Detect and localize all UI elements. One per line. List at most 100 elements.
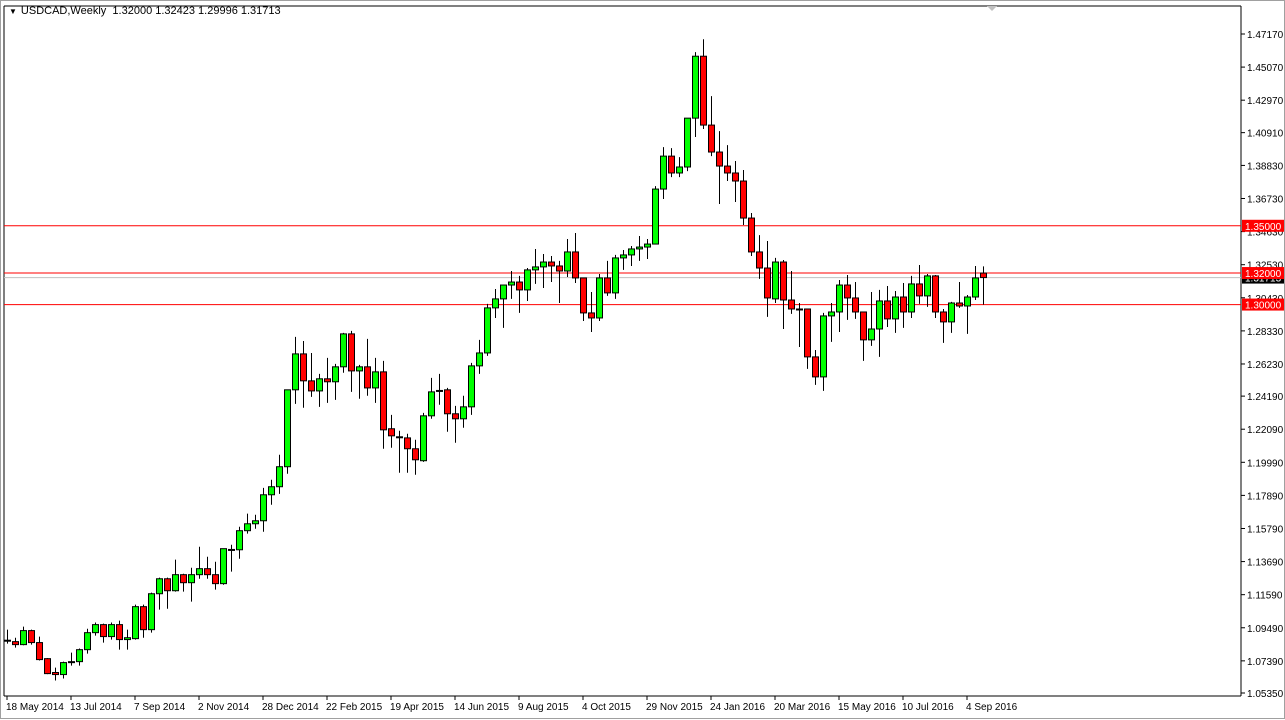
chart-shift-marker[interactable] [987,6,997,11]
candle [684,117,691,172]
y-tick-label: 1.26230 [1247,360,1284,371]
candle [828,302,835,342]
y-tick-label: 1.28330 [1247,327,1284,338]
candle-body [164,578,171,592]
candle [380,360,387,449]
candle [108,622,115,640]
candle-body [844,284,851,299]
candle-body [524,269,531,291]
candle [860,311,867,361]
candle [204,556,211,579]
candle-body [980,272,987,279]
x-tick-label: 19 Apr 2015 [390,702,444,713]
candle [612,254,619,299]
candle-body [396,436,403,439]
candle-body [820,315,827,378]
candle-body [948,302,955,323]
candle [364,338,371,396]
y-tick-label: 1.17890 [1247,491,1284,502]
candle-body [764,267,771,299]
candle-body [100,624,107,638]
candle-body [732,172,739,182]
candle-body [436,389,443,392]
candle [404,433,411,473]
candle-body [924,275,931,297]
candle [292,336,299,404]
candle [764,241,771,317]
candle-body [180,574,187,584]
candle-body [668,155,675,174]
candle [340,332,347,373]
x-tick-label: 4 Oct 2015 [582,702,631,713]
candle [396,430,403,473]
candle [756,235,763,279]
candle-body [300,353,307,382]
candle-body [532,266,539,271]
candle-body [12,641,19,646]
candle [76,648,83,666]
y-tick-label: 1.47170 [1247,30,1284,41]
candle-body [332,366,339,383]
candle-body [660,155,667,190]
candle [436,373,443,405]
y-tick-label: 1.22090 [1247,425,1284,436]
candle-body [900,296,907,313]
x-tick-label: 15 May 2016 [838,702,896,713]
candle [164,577,171,609]
candle-body [324,378,331,383]
candle-body [612,257,619,294]
candle [132,604,139,640]
candle [972,265,979,300]
candle [20,626,27,646]
candle-body [108,624,115,638]
candle [284,389,291,474]
candle-body [596,277,603,319]
candle-body [884,300,891,320]
candle [804,308,811,369]
candle-body [92,624,99,634]
candle [908,275,915,318]
candle [868,291,875,346]
candle-body [812,356,819,378]
candle-body [156,578,163,595]
candle-body [404,437,411,450]
candle-body [964,296,971,307]
candle [180,573,187,592]
candle-body [172,574,179,592]
x-tick-label: 9 Aug 2015 [518,702,569,713]
candle-body [116,624,123,641]
x-tick-label: 4 Sep 2016 [966,702,1018,713]
candle [812,349,819,385]
candle [580,277,587,321]
candle-body [460,406,467,420]
y-tick-label: 1.11590 [1247,591,1283,602]
candlestick-chart[interactable]: 1.47170 1.45070 1.42970 1.40910 1.38830 1.367… [1,1,1285,720]
x-tick-label: 14 Jun 2015 [454,702,509,713]
candle-body [908,283,915,313]
candle [412,439,419,475]
candle-body [828,311,835,317]
x-tick-label: 7 Sep 2014 [134,702,186,713]
candle [212,561,219,590]
candle [932,274,939,318]
candle-body [780,261,787,301]
candle-body [892,296,899,320]
candle [700,39,707,130]
candle [924,273,931,307]
candle-body [428,391,435,417]
candle [892,291,899,333]
candle-body [188,574,195,584]
candle-body [876,300,883,330]
candle [532,248,539,284]
candle-body [412,448,419,461]
candle [900,282,907,328]
candle [276,454,283,494]
candle [604,260,611,296]
candle-body [956,302,963,307]
candle [60,661,67,679]
candle [188,567,195,602]
candle [820,312,827,391]
candle [884,285,891,327]
y-tick-label: 1.36730 [1247,195,1284,206]
candle-body [500,284,507,300]
